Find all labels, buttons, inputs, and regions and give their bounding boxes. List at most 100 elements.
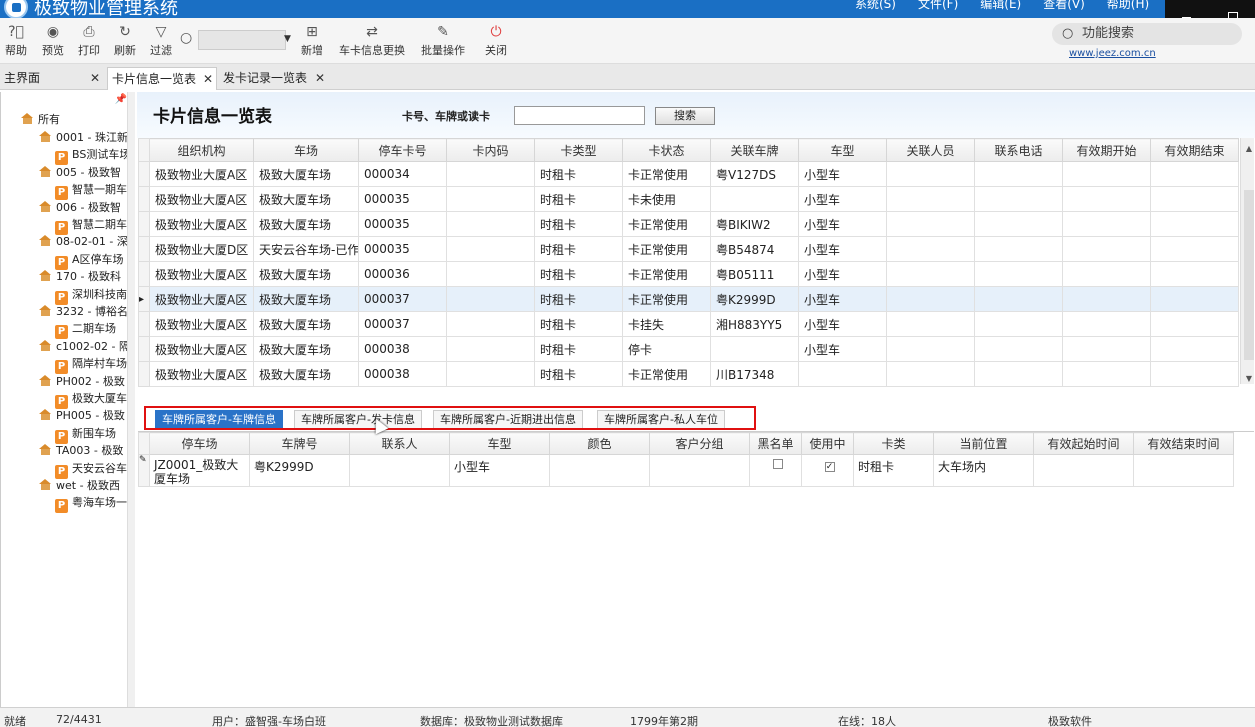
tree-node-parking-lot[interactable]: P 极致大厦车 <box>55 391 127 409</box>
table-cell[interactable] <box>446 336 535 362</box>
table-cell[interactable] <box>710 186 799 212</box>
table-cell[interactable]: 小型车 <box>798 186 887 212</box>
table-cell[interactable]: 极致物业大厦A区 <box>149 361 254 387</box>
search-button[interactable]: 搜索 <box>655 107 715 125</box>
table-cell[interactable] <box>974 311 1063 337</box>
table-cell[interactable] <box>1150 286 1239 312</box>
table-cell[interactable]: 000037 <box>358 311 447 337</box>
table-cell[interactable]: 000038 <box>358 336 447 362</box>
table-cell[interactable]: 极致大厦车场 <box>253 336 359 362</box>
table-cell[interactable]: 000034 <box>358 161 447 187</box>
table-cell[interactable]: 000038 <box>358 361 447 387</box>
table-cell[interactable] <box>974 186 1063 212</box>
menu-file[interactable]: 文件(F) <box>918 0 958 12</box>
tree-root[interactable]: 所有 <box>21 112 60 128</box>
column-header[interactable]: 停车场 <box>149 432 250 455</box>
add-button[interactable]: ⊞ 新增 <box>301 22 323 58</box>
table-cell[interactable]: 极致物业大厦A区 <box>149 286 254 312</box>
scroll-thumb[interactable] <box>1244 190 1254 360</box>
close-icon[interactable]: ✕ <box>203 68 213 90</box>
table-cell[interactable]: 时租卡 <box>534 261 623 287</box>
tab-main[interactable]: 主界面 ✕ <box>0 67 104 90</box>
row-header[interactable] <box>138 186 150 212</box>
table-cell[interactable]: 000037 <box>358 286 447 312</box>
table-row[interactable]: ▸ 极致物业大厦A区 极致大厦车场 000037 时租卡 卡正常使用 粤K2999D 小型车 <box>138 286 1239 312</box>
tree-node-parking-lot[interactable]: P 新围车场 <box>55 426 116 444</box>
function-search[interactable]: ○ 功能搜索 <box>1052 23 1242 45</box>
refresh-button[interactable]: ↻ 刷新 <box>114 22 136 58</box>
tree-node-site[interactable]: wet - 极致西 <box>39 478 120 494</box>
table-cell[interactable] <box>974 361 1063 387</box>
table-cell[interactable] <box>1033 454 1134 487</box>
blacklist-checkbox[interactable] <box>772 459 783 469</box>
column-header[interactable]: 组织机构 <box>149 138 254 162</box>
tree-node-site[interactable]: 170 - 极致科 <box>39 269 121 285</box>
table-cell[interactable]: 卡正常使用 <box>622 261 711 287</box>
blacklist-cell[interactable] <box>749 454 802 487</box>
column-header[interactable]: 联系人 <box>349 432 450 455</box>
table-cell[interactable] <box>1062 286 1151 312</box>
table-cell[interactable]: 小型车 <box>798 286 887 312</box>
table-cell[interactable]: 极致大厦车场 <box>253 361 359 387</box>
tree-node-parking-lot[interactable]: P 智慧二期车 <box>55 217 127 235</box>
query-input[interactable] <box>514 106 645 125</box>
table-cell[interactable]: 极致物业大厦A区 <box>149 261 254 287</box>
table-cell[interactable]: 大车场内 <box>933 454 1034 487</box>
table-cell[interactable]: 时租卡 <box>534 161 623 187</box>
menu-system[interactable]: 系统(S) <box>855 0 896 12</box>
table-cell[interactable]: 时租卡 <box>534 211 623 237</box>
close-icon[interactable]: ✕ <box>90 67 100 89</box>
table-cell[interactable]: 极致物业大厦D区 <box>149 236 254 262</box>
table-cell[interactable] <box>1062 211 1151 237</box>
tree-node-site[interactable]: PH005 - 极致 <box>39 408 125 424</box>
tree-node-parking-lot[interactable]: P 天安云谷车 <box>55 461 127 479</box>
row-header[interactable] <box>138 361 150 387</box>
column-header[interactable]: 卡类 <box>853 432 934 455</box>
table-cell[interactable]: 极致大厦车场 <box>253 286 359 312</box>
table-cell[interactable]: 小型车 <box>449 454 550 487</box>
column-header[interactable]: 关联人员 <box>886 138 975 162</box>
column-header[interactable]: 颜色 <box>549 432 650 455</box>
table-cell[interactable]: 粤K2999D <box>710 286 799 312</box>
tab-card-issue-info[interactable]: 车牌所属客户-发卡信息 <box>294 410 422 428</box>
tree-node-site[interactable]: PH002 - 极致 <box>39 374 125 390</box>
table-cell[interactable]: 停卡 <box>622 336 711 362</box>
table-cell[interactable]: 川B17348 <box>710 361 799 387</box>
tree-node-parking-lot[interactable]: P A区停车场 <box>55 252 124 270</box>
table-cell[interactable] <box>1062 186 1151 212</box>
column-header[interactable]: 车型 <box>798 138 887 162</box>
column-header[interactable]: 客户分组 <box>649 432 750 455</box>
tree-node-parking-lot[interactable]: P 深圳科技南 <box>55 287 127 305</box>
column-header[interactable]: 卡类型 <box>534 138 623 162</box>
table-cell[interactable]: 极致物业大厦A区 <box>149 336 254 362</box>
tree-node-parking-lot[interactable]: P 二期车场 <box>55 321 116 340</box>
tree-node-site[interactable]: 3232 - 博裕名 <box>39 304 128 320</box>
table-cell[interactable] <box>1150 186 1239 212</box>
in-use-cell[interactable]: ✓ <box>801 454 854 487</box>
table-cell[interactable]: 粤BIKIW2 <box>710 211 799 237</box>
column-header[interactable]: 联系电话 <box>974 138 1063 162</box>
table-cell[interactable] <box>446 286 535 312</box>
row-header[interactable] <box>138 211 150 237</box>
table-cell[interactable]: 极致大厦车场 <box>253 261 359 287</box>
card-grid-vscroll[interactable]: ▲ ▼ <box>1240 138 1254 384</box>
table-cell[interactable] <box>1062 361 1151 387</box>
column-header[interactable]: 有效期开始 <box>1062 138 1151 162</box>
in-use-checkbox[interactable]: ✓ <box>824 462 835 472</box>
row-header[interactable] <box>138 236 150 262</box>
tree-node-site[interactable]: 08-02-01 - 深 <box>39 234 128 250</box>
table-cell[interactable]: 湘H883YY5 <box>710 311 799 337</box>
column-header[interactable]: 有效期结束 <box>1150 138 1239 162</box>
table-cell[interactable] <box>1150 311 1239 337</box>
scroll-down-icon[interactable]: ▼ <box>1241 372 1254 386</box>
column-header[interactable]: 黑名单 <box>749 432 802 455</box>
table-cell[interactable] <box>446 311 535 337</box>
table-cell[interactable] <box>1150 336 1239 362</box>
print-button[interactable]: ⎙ 打印 <box>78 22 100 58</box>
chevron-down-icon[interactable]: ▼ <box>284 34 291 44</box>
table-row[interactable]: ✎ JZ0001_极致大厦车场 粤K2999D 小型车 ✓ 时租卡 大车场内 <box>138 454 1234 487</box>
table-cell[interactable]: 极致物业大厦A区 <box>149 311 254 337</box>
table-cell[interactable]: 时租卡 <box>534 361 623 387</box>
table-cell[interactable]: 时租卡 <box>534 286 623 312</box>
table-cell[interactable]: 极致大厦车场 <box>253 186 359 212</box>
